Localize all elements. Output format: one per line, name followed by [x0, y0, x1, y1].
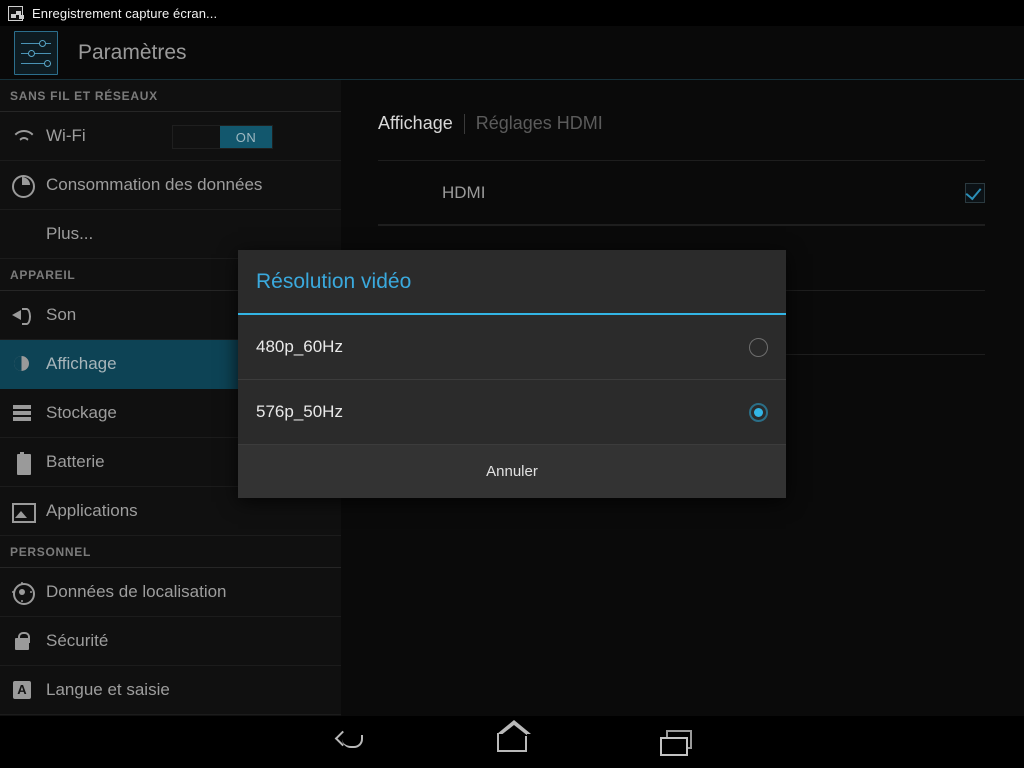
home-button[interactable] [452, 716, 572, 768]
video-resolution-dialog: Résolution vidéo 480p_60Hz 576p_50Hz Ann… [238, 250, 786, 498]
android-settings-screen: Enregistrement capture écran... Paramètr… [0, 0, 1024, 768]
cancel-button[interactable]: Annuler [238, 445, 786, 498]
back-arrow-icon [335, 731, 365, 753]
dialog-title: Résolution vidéo [238, 250, 786, 315]
dialog-option-label: 576p_50Hz [256, 402, 343, 421]
navigation-bar [0, 716, 1024, 768]
dialog-option-label: 480p_60Hz [256, 337, 343, 356]
home-icon [497, 719, 531, 752]
recent-apps-button[interactable] [615, 716, 735, 768]
recent-apps-icon [660, 730, 692, 756]
radio-button-unselected[interactable] [749, 337, 768, 357]
dialog-option-576p[interactable]: 576p_50Hz [238, 380, 786, 445]
radio-button-selected[interactable] [749, 402, 768, 422]
dialog-scrim: Résolution vidéo 480p_60Hz 576p_50Hz Ann… [0, 0, 1024, 768]
back-button[interactable] [290, 716, 410, 768]
dialog-option-480p[interactable]: 480p_60Hz [238, 315, 786, 380]
